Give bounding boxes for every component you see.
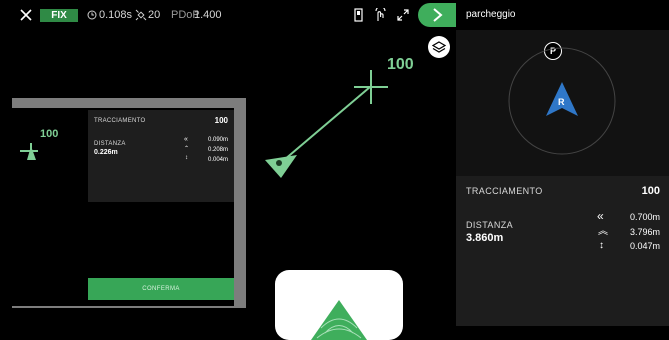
mini-chevron-left-icon: «: [184, 136, 188, 143]
mini-chevron-up-icon: ⌃: [184, 146, 190, 152]
right-header: parcheggio: [456, 0, 669, 30]
tracking-label: TRACCIAMENTO: [466, 186, 543, 196]
distance-value: 3.860m: [466, 232, 504, 244]
mini-info-panel: TRACCIAMENTO 100 DISTANZA 0.226m « ⌃ ↕ 0…: [88, 110, 234, 202]
row1-value: 0.700m: [629, 212, 660, 222]
chevron-double-left-icon: «: [597, 209, 604, 223]
mini-row1-value: 0.090m: [207, 137, 228, 143]
mini-distance-label: DISTANZA: [94, 141, 126, 147]
mini-tracking-value: 100: [214, 116, 228, 125]
direction-arrow-label: R: [558, 97, 565, 107]
layers-button[interactable]: [428, 36, 450, 58]
right-panel: parcheggio P R TRACCIAMENTO 100 DISTANZA…: [456, 0, 669, 326]
mini-row2-value: 0.208m: [207, 147, 228, 153]
mini-height-icon: ↕: [185, 155, 188, 161]
mini-distance-value: 0.226m: [94, 149, 118, 156]
layers-icon: [432, 41, 446, 53]
tracking-value: 100: [641, 185, 660, 197]
height-icon: ↕: [599, 240, 604, 251]
mini-target-value: 100: [40, 128, 59, 140]
chevron-double-up-icon: ︽: [598, 226, 608, 237]
target-value-label: 100: [387, 56, 414, 73]
app-logo-card: [275, 270, 403, 340]
right-info-panel: TRACCIAMENTO 100 DISTANZA 3.860m « ︽ ↕ 0…: [456, 176, 669, 326]
right-title: parcheggio: [466, 9, 516, 20]
distance-label: DISTANZA: [466, 220, 514, 230]
mini-row3-value: 0.004m: [207, 157, 228, 163]
app-logo-icon: [311, 300, 367, 340]
mini-confirm-button[interactable]: CONFERMA: [88, 278, 234, 300]
row3-value: 0.047m: [629, 241, 660, 251]
mini-tracking-label: TRACCIAMENTO: [94, 118, 146, 124]
row2-value: 3.796m: [629, 227, 660, 237]
